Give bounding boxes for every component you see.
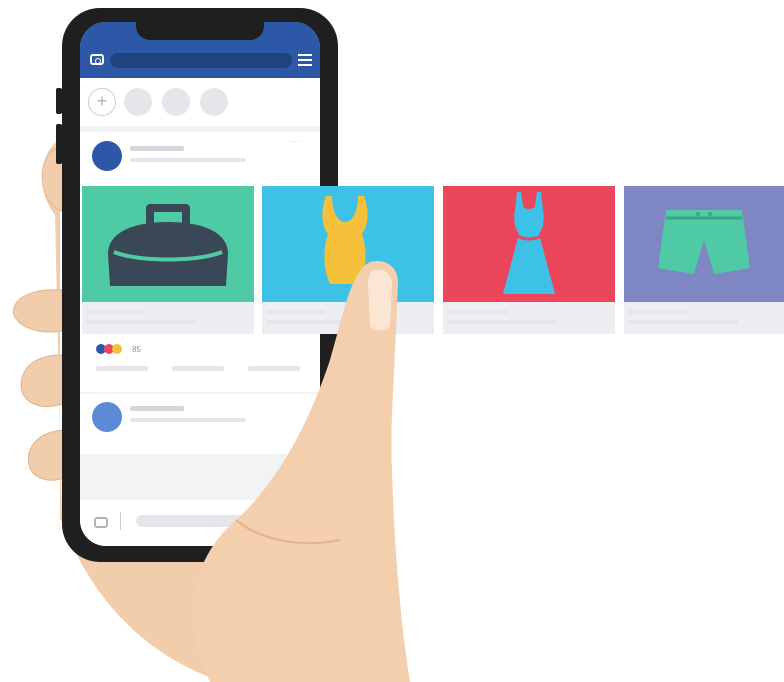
- hand-thumb-illustration: [192, 260, 410, 682]
- thumb-nail: [368, 269, 392, 331]
